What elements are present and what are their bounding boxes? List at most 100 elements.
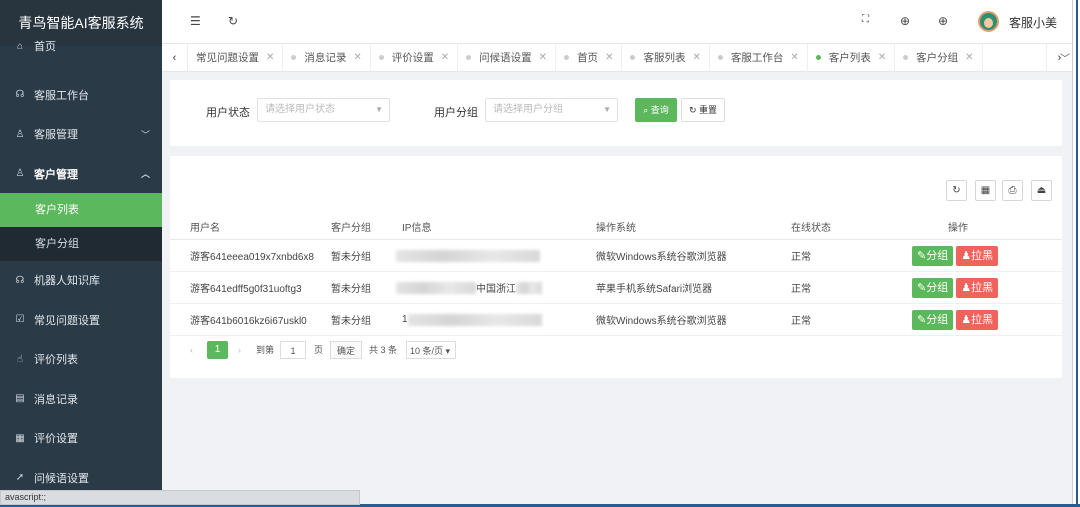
table-row: 游客641b6016kz6i67uskl0 暂未分组 1 微软Windows系统… — [170, 304, 1062, 336]
status-select[interactable]: 请选择用户状态 ▼ — [257, 98, 390, 122]
group-button-label: 分组 — [926, 249, 949, 262]
language-icon[interactable]: ⊕ — [938, 14, 948, 28]
confirm-button[interactable]: 确定 — [330, 341, 362, 359]
page-size-select[interactable]: 10 条/页 ▾ — [406, 341, 456, 359]
tab-dot-icon — [630, 55, 636, 60]
cell-group: 暂未分组 — [331, 252, 371, 263]
query-button[interactable]: ⌕ 查询 — [635, 98, 677, 122]
cell-ip — [396, 240, 540, 271]
tab-dot-icon — [378, 55, 384, 60]
group-label: 用户分组 — [434, 107, 478, 119]
top-header: ☰ ↻ ⛶ ⊕ ⊕ 客服小美 — [162, 0, 1072, 44]
tab-rating-settings[interactable]: 评价设置 ✕ — [371, 43, 459, 72]
sidebar-subitem-customer-list[interactable]: 客户列表 — [0, 192, 162, 227]
tab-message-log[interactable]: 消息记录 ✕ — [283, 43, 371, 72]
sidebar-submenu: 客户列表 客户分组 — [0, 192, 162, 261]
cell-os: 微软Windows系统谷歌浏览器 — [596, 316, 727, 327]
group-placeholder: 请选择用户分组 — [493, 104, 563, 115]
refresh-icon[interactable]: ↻ — [228, 14, 238, 28]
total-count: 共 3 条 — [369, 345, 398, 355]
faq-icon: ☑ — [15, 314, 25, 326]
blacklist-button[interactable]: ♟拉黑 — [956, 309, 999, 330]
tab-agent-list[interactable]: 客服列表 ✕ — [622, 43, 710, 72]
close-icon[interactable]: ✕ — [878, 52, 886, 63]
group-button[interactable]: ✎分组 — [912, 245, 954, 266]
globe-icon[interactable]: ⊕ — [900, 14, 910, 28]
blacklist-button[interactable]: ♟拉黑 — [956, 277, 999, 298]
print-icon[interactable]: ⎙ — [1002, 180, 1023, 201]
tab-dot-icon — [466, 55, 472, 60]
page-unit: 页 — [314, 345, 324, 355]
sidebar-item-label: 消息记录 — [34, 393, 78, 406]
sidebar-item-agent-management[interactable]: ♙ 客服管理 ﹀ — [0, 115, 162, 155]
close-icon[interactable]: ✕ — [692, 52, 700, 63]
group-button-label: 分组 — [926, 281, 949, 294]
sidebar-item-robot-knowledge[interactable]: ☊ 机器人知识库 — [0, 261, 162, 301]
tab-home[interactable]: 首页 ✕ — [556, 43, 623, 72]
sidebar-item-customer-management[interactable]: ♙ 客户管理 ︿ — [0, 154, 162, 194]
fullscreen-icon[interactable]: ⛶ — [862, 14, 869, 25]
sidebar-item-home[interactable]: ⌂ 首页 — [0, 36, 162, 56]
sidebar-subitem-customer-group[interactable]: 客户分组 — [0, 227, 162, 261]
columns-icon[interactable]: ▦ — [975, 180, 996, 201]
sidebar-item-message-log[interactable]: ▤ 消息记录 — [0, 379, 162, 419]
sidebar-item-label: 问候语设置 — [34, 472, 89, 485]
sidebar-item-rating-list[interactable]: ☝ 评价列表 — [0, 340, 162, 380]
cell-ip: 中国浙江 — [396, 272, 542, 303]
close-icon[interactable]: ✕ — [605, 52, 613, 63]
page-current[interactable]: 1 — [207, 341, 228, 359]
tab-menu-chevron-icon[interactable]: ﹀ — [1060, 50, 1070, 65]
group-button[interactable]: ✎分组 — [912, 309, 954, 330]
message-icon: ▤ — [15, 393, 25, 405]
sidebar-item-workbench[interactable]: ☊ 客服工作台 — [0, 75, 162, 115]
table-row: 游客641edff5g0f31uoftg3 暂未分组 中国浙江 苹果手机系统Sa… — [170, 272, 1062, 304]
avatar[interactable] — [978, 11, 999, 32]
blacklist-button-label: 拉黑 — [971, 249, 994, 262]
refresh-table-icon[interactable]: ↻ — [946, 180, 967, 201]
col-header-ip: IP信息 — [402, 223, 432, 234]
cell-status: 正常 — [791, 252, 811, 263]
group-button[interactable]: ✎分组 — [912, 277, 954, 298]
redacted-ip — [396, 249, 540, 262]
close-icon[interactable]: ✕ — [441, 52, 449, 63]
close-icon[interactable]: ✕ — [965, 52, 973, 63]
prev-page-icon[interactable]: ‹ — [190, 341, 193, 359]
tab-dot-icon — [903, 55, 909, 60]
page-input[interactable]: 1 — [280, 341, 306, 359]
blacklist-button[interactable]: ♟拉黑 — [956, 245, 999, 266]
tab-customer-group[interactable]: 客户分组 ✕ — [895, 43, 983, 72]
close-icon[interactable]: ✕ — [790, 52, 798, 63]
close-icon[interactable]: ✕ — [266, 52, 274, 63]
group-button-label: 分组 — [926, 313, 949, 326]
redacted-ip — [396, 281, 476, 294]
tab-label: 首页 — [577, 52, 599, 64]
reset-button[interactable]: ↻ 重置 — [681, 98, 725, 122]
sidebar-item-rating-settings[interactable]: ▦ 评价设置 — [0, 419, 162, 459]
tab-label: 客户列表 — [828, 52, 871, 64]
group-select[interactable]: 请选择用户分组 ▼ — [485, 98, 618, 122]
menu-collapse-icon[interactable]: ☰ — [190, 14, 201, 28]
close-icon[interactable]: ✕ — [353, 52, 361, 63]
chevron-down-icon: ﹀ — [140, 129, 150, 140]
chevron-up-icon: ︿ — [140, 169, 150, 180]
tab-greeting-settings[interactable]: 问候语设置 ✕ — [458, 43, 557, 72]
tab-workbench[interactable]: 客服工作台 ✕ — [710, 43, 808, 72]
page-size-value: 10 条/页 — [410, 346, 444, 356]
tab-label: 客服工作台 — [730, 52, 784, 64]
browser-status-bar: avascript:; — [0, 490, 360, 505]
close-icon[interactable]: ✕ — [539, 52, 547, 63]
tab-faq-settings[interactable]: 常见问题设置 ✕ — [188, 43, 284, 72]
user-name[interactable]: 客服小美 — [1009, 14, 1057, 31]
reset-icon: ↻ — [688, 105, 697, 115]
tab-scroll-left-icon[interactable]: ‹ — [162, 43, 188, 72]
tab-dot-icon — [815, 55, 821, 60]
user-icon: ♙ — [15, 128, 25, 140]
support-icon: ☊ — [15, 89, 25, 101]
sidebar-item-label: 常见问题设置 — [34, 314, 100, 327]
tab-customer-list[interactable]: 客户列表 ✕ — [808, 43, 896, 72]
tab-label: 客户分组 — [916, 52, 959, 64]
cell-status: 正常 — [791, 284, 811, 295]
export-icon[interactable]: ⏏ — [1031, 180, 1052, 201]
sidebar-item-faq-settings[interactable]: ☑ 常见问题设置 — [0, 300, 162, 340]
next-page-icon[interactable]: › — [238, 341, 241, 359]
